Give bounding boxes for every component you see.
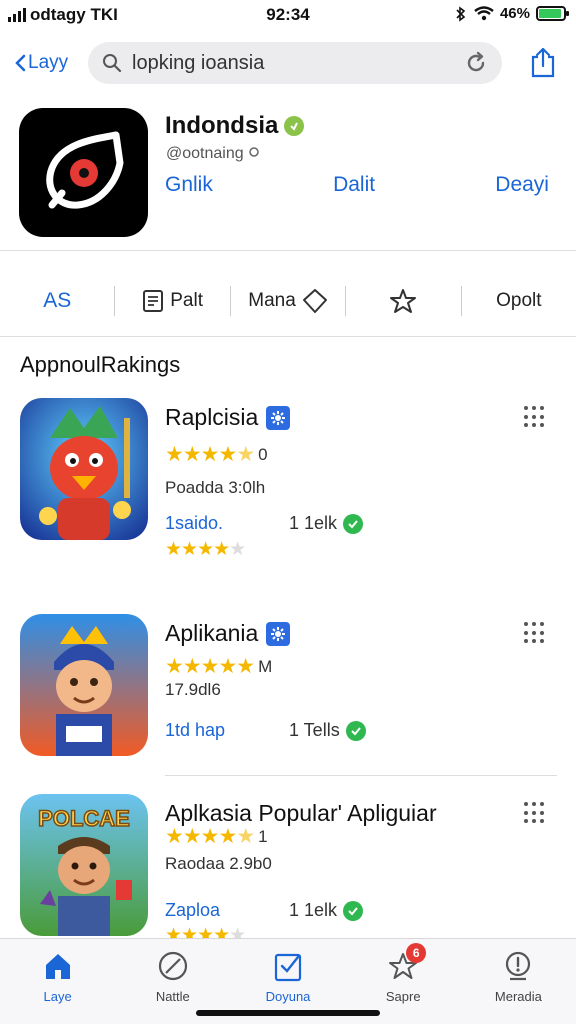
link-2[interactable]: Deayi <box>495 173 549 197</box>
document-icon <box>143 290 164 312</box>
item-title: Aplkasia Popular' Apliguiar <box>165 800 437 827</box>
more-icon[interactable] <box>524 622 546 644</box>
star-icon: 6 <box>386 943 427 983</box>
compass-icon <box>156 949 190 983</box>
item-title: Raplcisia <box>165 404 291 431</box>
more-icon[interactable] <box>524 802 546 824</box>
app-title-text: Indondsia <box>165 112 279 139</box>
link-1[interactable]: Dalit <box>333 173 375 197</box>
gear-badge-icon <box>266 621 291 646</box>
back-button[interactable]: Layy <box>14 52 68 74</box>
link-0[interactable]: Gnlik <box>165 173 213 197</box>
check-icon <box>343 900 364 921</box>
status-right: 46% <box>454 5 569 22</box>
tab-label: Doyuna <box>265 989 311 1004</box>
clipboard-check-icon <box>271 949 305 983</box>
nav-bar: Layy lopking ioansia <box>0 42 576 86</box>
action-opolt-label: Opolt <box>496 290 542 311</box>
action-as-label: AS <box>43 289 72 312</box>
item-count-text: 1 Tells <box>289 720 340 740</box>
action-mana-label: Mana <box>248 290 296 311</box>
app-links: Gnlik Dalit Deayi <box>165 173 549 197</box>
battery-fill <box>539 9 561 18</box>
verified-icon <box>284 116 305 136</box>
wifi-icon <box>474 6 494 21</box>
rating-stars: ★★★★ ★ 0 <box>165 443 268 466</box>
notification-badge: 6 <box>406 943 427 963</box>
handle-text: @ootnaing <box>166 145 244 162</box>
gear-badge-icon <box>266 405 291 430</box>
game-thumbnail <box>20 614 148 756</box>
alert-icon <box>501 949 535 983</box>
status-bar: odtagy TKI 92:34 46% <box>0 0 576 30</box>
more-icon[interactable] <box>524 406 546 428</box>
item-count-text: 1 1elk <box>289 513 338 533</box>
check-icon <box>345 720 366 741</box>
item-title-text: Aplkasia Popular' Apliguiar <box>165 800 437 826</box>
action-palt-label: Palt <box>170 290 203 311</box>
check-icon <box>343 513 364 534</box>
action-mana[interactable]: Mana <box>231 280 345 322</box>
tab-laye[interactable]: Laye <box>0 939 115 1024</box>
app-title: Indondsia <box>165 112 305 140</box>
item-title-text: Raplcisia <box>165 404 259 430</box>
battery-icon <box>536 6 569 21</box>
search-icon <box>103 54 122 73</box>
item-meta: 17.9dl6 <box>165 680 221 699</box>
item-count: 1 1elk <box>289 513 364 534</box>
diamond-icon <box>302 289 327 313</box>
action-palt[interactable]: Palt <box>115 280 229 322</box>
action-row: AS Palt Mana Opolt <box>0 280 576 322</box>
item-title: Aplikania <box>165 620 291 647</box>
tab-label: Nattle <box>155 989 190 1004</box>
rating-text: 0 <box>258 444 268 464</box>
search-field[interactable]: lopking ioansia <box>88 42 502 84</box>
item-link[interactable]: Zaploa <box>165 900 220 921</box>
tab-label: Meradia <box>494 989 542 1004</box>
action-favorite[interactable] <box>346 280 460 322</box>
item-count: 1 1elk <box>289 900 364 921</box>
tab-meradia[interactable]: Meradia <box>461 939 576 1024</box>
chevron-left-icon <box>15 54 26 72</box>
item-count-text: 1 1elk <box>289 900 338 920</box>
secondary-stars: ★★★★ ★ <box>165 539 246 560</box>
item-meta: Poadda 3:0lh <box>165 478 266 497</box>
back-label: Layy <box>28 52 69 73</box>
item-title-text: Aplikania <box>165 620 259 646</box>
item-count: 1 Tells <box>289 720 366 741</box>
refresh-icon[interactable] <box>464 51 488 75</box>
tab-label: Sapre <box>385 989 421 1004</box>
rating-stars: ★★★★ ★ 1 <box>165 825 268 848</box>
list-item[interactable]: Aplikania ★★★★★ M 17.9dl6 1td hap 1 Tells <box>0 614 576 794</box>
app-icon[interactable] <box>19 108 148 237</box>
item-meta: Raodaa 2.9b0 <box>165 854 272 873</box>
link-icon <box>249 147 259 157</box>
divider <box>0 250 576 251</box>
home-icon <box>41 949 75 983</box>
item-link[interactable]: 1saido. <box>165 513 223 534</box>
home-indicator <box>196 1010 380 1016</box>
bluetooth-icon <box>456 5 466 22</box>
list-item[interactable]: Raplcisia ★★★★ ★ 0 Poadda 3:0lh 1saido. 1 … <box>0 398 576 578</box>
battery-percent: 46% <box>499 5 530 22</box>
rating-text: 1 <box>258 826 268 846</box>
tab-label: Laye <box>43 989 72 1004</box>
share-button[interactable] <box>530 46 556 83</box>
svg-text:POLCAE: POLCAE <box>38 806 130 831</box>
action-opolt[interactable]: Opolt <box>462 280 576 322</box>
rating-text: M <box>258 656 273 676</box>
action-as[interactable]: AS <box>0 280 114 322</box>
divider <box>165 775 557 776</box>
divider <box>0 336 576 337</box>
app-logo-icon <box>45 131 123 209</box>
share-icon <box>531 47 555 78</box>
section-title: AppnoulRakings <box>20 352 181 377</box>
game-thumbnail <box>20 398 148 540</box>
item-link[interactable]: 1td hap <box>165 720 225 741</box>
rating-stars: ★★★★★ M <box>165 655 273 678</box>
search-input[interactable]: lopking ioansia <box>132 52 464 75</box>
game-thumbnail: POLCAE <box>20 794 148 936</box>
app-handle: @ootnaing <box>166 145 260 163</box>
star-outline-icon <box>390 289 417 313</box>
